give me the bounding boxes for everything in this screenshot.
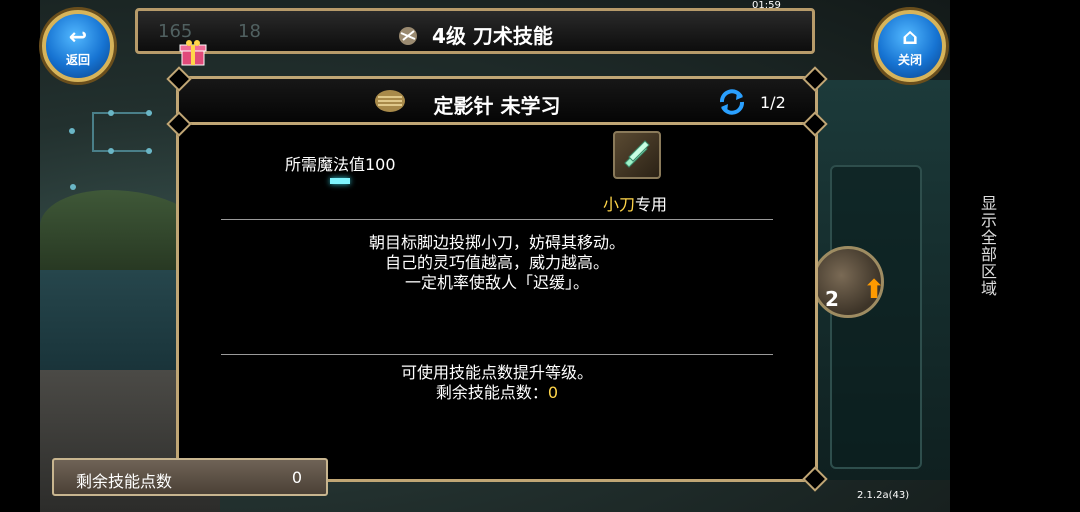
tree-line [92, 150, 152, 152]
back-button[interactable]: ↩ 返回 [42, 10, 114, 82]
weapon-suffix: 专用 [635, 195, 668, 214]
refresh-icon[interactable] [717, 88, 747, 116]
tree-line [92, 112, 94, 152]
back-arrow-icon: ↩ [68, 25, 88, 50]
remaining-label: 剩余技能点数： [435, 383, 548, 402]
tree-line [92, 112, 152, 114]
description-line: 一定机率使敌人「迟缓」。 [404, 273, 589, 292]
gift-icon[interactable] [178, 38, 208, 68]
tree-node[interactable] [146, 148, 152, 154]
mana-bar [330, 178, 350, 184]
page-indicator: 1/2 [760, 93, 786, 112]
title-bar: 165 18 4级 刀术技能 [135, 8, 815, 54]
tree-node[interactable] [108, 148, 114, 154]
skill-points-panel: 剩余技能点数 0 [52, 458, 328, 496]
dagger-icon [624, 140, 650, 168]
show-all-regions-button[interactable]: 显示全部区域 [975, 195, 999, 297]
page-title-text: 4级 刀术技能 [432, 24, 553, 48]
tree-node[interactable] [108, 110, 114, 116]
version-label: 2.1.2a(43) [857, 490, 910, 501]
tree-node[interactable] [69, 128, 75, 134]
description-line: 朝目标脚边投掷小刀，妨碍其移动。 [368, 233, 625, 252]
scroll-icon [399, 27, 418, 45]
divider [221, 219, 773, 220]
remaining-points: 剩余技能点数：0 [179, 383, 815, 403]
orb-level: 2 [825, 287, 839, 311]
upgrade-hint: 可使用技能点数提升等级。 [400, 363, 593, 382]
skill-points-value: 0 [291, 468, 302, 487]
tree-node[interactable] [70, 184, 76, 190]
skill-points-label: 剩余技能点数 [76, 472, 173, 491]
remaining-value: 0 [547, 383, 559, 402]
upgrade-info: 可使用技能点数提升等级。 剩余技能点数：0 [179, 363, 815, 403]
weapon-name: 小刀 [603, 195, 636, 214]
divider [221, 354, 773, 355]
weapon-label: 小刀专用 [603, 191, 667, 215]
upgrade-arrow-icon: ⬆ [863, 275, 885, 305]
skill-upgrade-orb[interactable]: 2 ⬆ [812, 246, 885, 318]
page-title: 4级 刀术技能 [138, 20, 812, 49]
close-button[interactable]: ⌂ 关闭 [874, 10, 946, 82]
mana-requirement: 所需魔法值100 [285, 155, 396, 174]
skill-header: 定影针 未学习 1/2 [179, 79, 815, 125]
skill-dialog: 定影针 未学习 1/2 所需魔法值100 小刀专用 朝目标脚边投掷小刀，妨碍其移… [166, 66, 828, 492]
close-label: 关闭 [897, 53, 922, 67]
home-icon: ⌂ [902, 25, 918, 50]
skill-description: 朝目标脚边投掷小刀，妨碍其移动。 自己的灵巧值越高，威力越高。 一定机率使敌人「… [179, 233, 815, 293]
description-line: 自己的灵巧值越高，威力越高。 [384, 253, 609, 272]
tree-node[interactable] [146, 110, 152, 116]
back-label: 返回 [65, 53, 90, 67]
weapon-slot [613, 131, 661, 179]
